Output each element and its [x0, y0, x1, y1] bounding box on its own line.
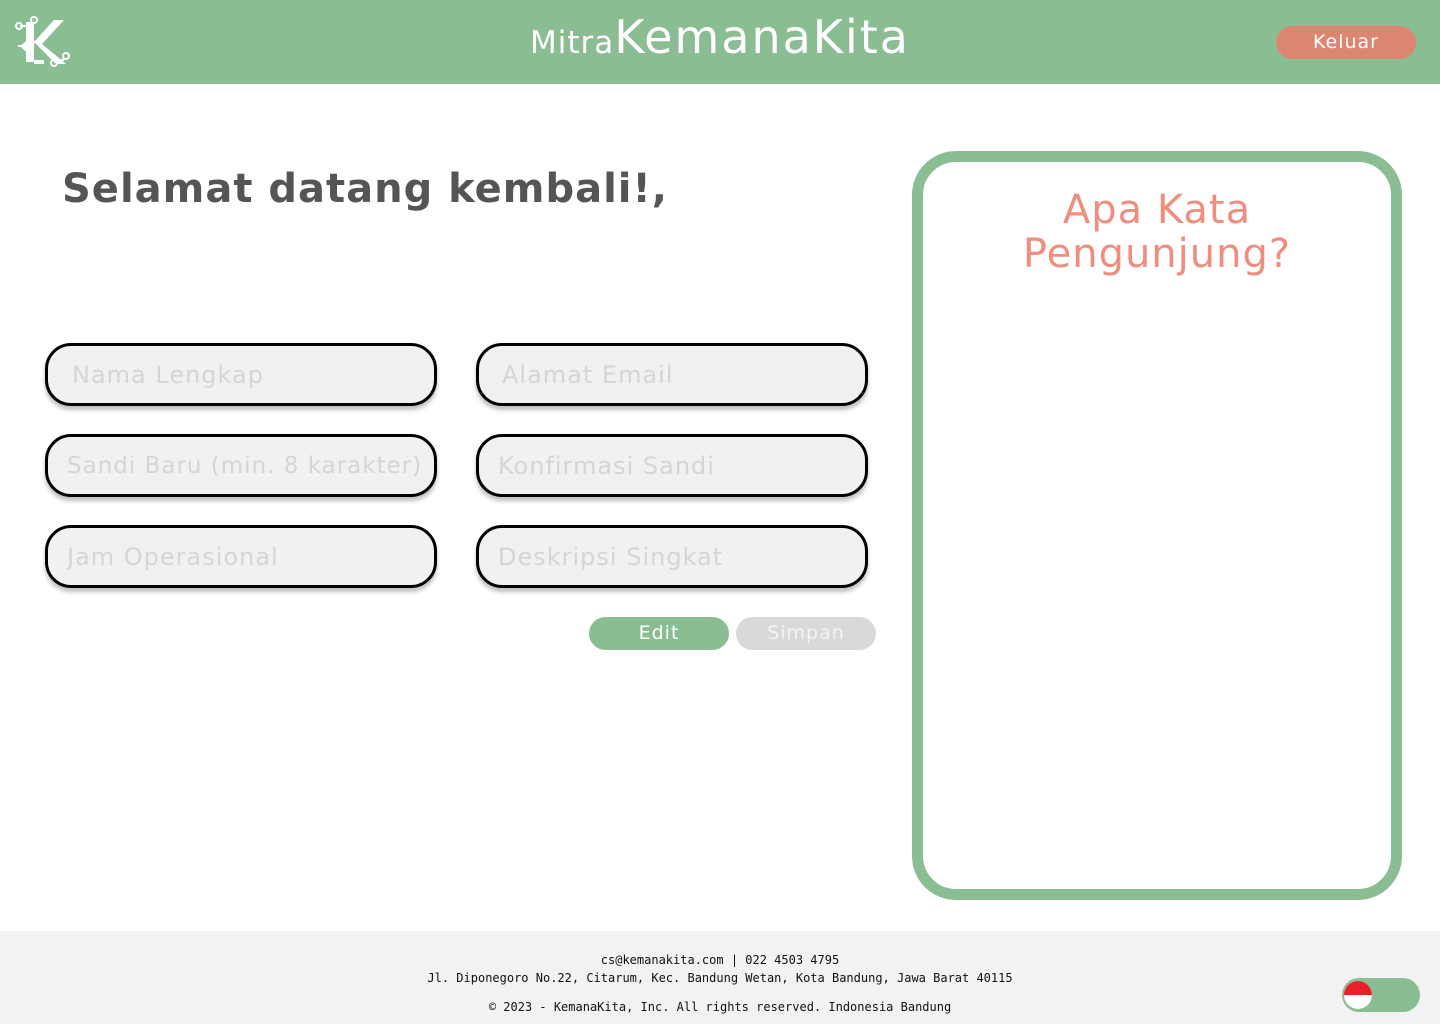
full-name-input[interactable] [45, 343, 437, 406]
short-description-input[interactable] [476, 525, 868, 588]
brand-name: KemanaKita [614, 10, 910, 64]
reviews-panel[interactable]: Apa Kata Pengunjung? [931, 166, 1383, 883]
confirm-password-input[interactable] [476, 434, 868, 497]
logout-button[interactable]: Keluar [1276, 26, 1416, 59]
save-button[interactable]: Simpan [736, 617, 876, 650]
footer-address: Jl. Diponegoro No.22, Citarum, Kec. Band… [427, 971, 1013, 985]
brand-prefix: Mitra [530, 25, 615, 61]
visitor-reviews-card: Apa Kata Pengunjung? [912, 151, 1402, 900]
footer: cs@kemanakita.com | 022 4503 4795 Jl. Di… [0, 931, 1440, 1024]
language-toggle[interactable] [1342, 978, 1420, 1012]
footer-contact: cs@kemanakita.com | 022 4503 4795 [600, 953, 840, 967]
reviews-title-line-1: Apa Kata [1062, 187, 1252, 233]
operating-hours-input[interactable] [45, 525, 437, 588]
footer-copyright: © 2023 - KemanaKita, Inc. All rights res… [488, 1000, 952, 1014]
edit-button[interactable]: Edit [589, 617, 729, 650]
email-input[interactable] [476, 343, 868, 406]
brand-title: MitraKemanaKita [0, 10, 1440, 64]
new-password-input[interactable] [45, 434, 437, 497]
reviews-title: Apa Kata Pengunjung? [931, 188, 1383, 276]
welcome-heading: Selamat datang kembali!, [62, 166, 668, 212]
reviews-title-line-2: Pengunjung? [1022, 231, 1292, 277]
indonesia-flag-icon [1344, 981, 1372, 1009]
top-bar: MitraKemanaKita Keluar [0, 0, 1440, 84]
